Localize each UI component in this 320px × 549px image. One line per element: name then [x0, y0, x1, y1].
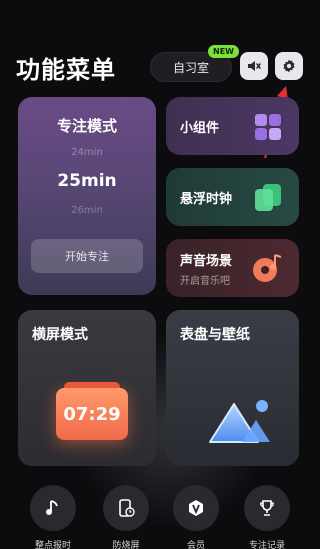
trophy-icon — [260, 500, 274, 516]
nav-circle — [30, 485, 76, 531]
vinyl-music-icon — [253, 254, 282, 282]
nav-circle — [173, 485, 219, 531]
floating-clock-card[interactable]: 悬浮时钟 — [166, 168, 299, 226]
floating-clock-icon — [255, 184, 281, 211]
nav-item-focus-record[interactable]: 专注记录 — [236, 485, 298, 549]
mute-button[interactable] — [240, 52, 268, 80]
floating-clock-title: 悬浮时钟 — [180, 191, 233, 207]
landscape-mode-card[interactable]: 横屏模式 07:29 — [18, 310, 156, 466]
music-note-icon — [46, 500, 58, 515]
nav-item-anti-burn[interactable]: 防烧屏 — [95, 485, 157, 549]
study-room-label: 自习室 — [172, 60, 209, 75]
time-option-prev[interactable]: 24min — [18, 147, 156, 158]
vip-badge-icon — [189, 500, 203, 516]
start-focus-button[interactable]: 开始专注 — [31, 239, 143, 273]
watchface-wallpaper-card[interactable]: 表盘与壁纸 — [166, 310, 299, 466]
widgets-card[interactable]: 小组件 — [166, 97, 299, 155]
nav-label: 防烧屏 — [112, 541, 140, 549]
nav-label: 会员 — [186, 541, 205, 549]
study-room-button[interactable]: 自习室 NEW — [150, 45, 239, 82]
speaker-mute-icon — [248, 61, 261, 71]
image-mountain-icon — [209, 400, 270, 443]
nav-item-vip[interactable]: 会员 — [165, 485, 227, 549]
widgets-icon — [255, 114, 281, 140]
widgets-title: 小组件 — [180, 120, 220, 136]
nav-label: 专注记录 — [248, 541, 285, 549]
landscape-mode-title: 横屏模式 — [32, 327, 88, 343]
time-option-next[interactable]: 26min — [18, 205, 156, 216]
sound-scene-subtitle: 开启音乐吧 — [180, 275, 230, 287]
nav-item-hourly-chime[interactable]: 整点报时 — [22, 485, 84, 549]
time-option-selected[interactable]: 25min — [18, 171, 156, 191]
nav-circle — [244, 485, 290, 531]
sound-scene-card[interactable]: 声音场景 开启音乐吧 — [166, 239, 299, 297]
sound-scene-title: 声音场景 — [180, 253, 233, 269]
watchface-wallpaper-title: 表盘与壁纸 — [180, 327, 250, 343]
focus-mode-card[interactable]: 专注模式 24min 25min 26min 开始专注 — [18, 97, 156, 295]
gear-icon — [283, 59, 295, 73]
page-title: 功能菜单 — [16, 56, 116, 84]
new-badge: NEW — [208, 45, 239, 58]
clock-widget-preview: 07:29 — [56, 388, 128, 440]
bottom-nav: 整点报时 防烧屏 会员 专注记录 — [0, 485, 320, 549]
focus-mode-title: 专注模式 — [56, 117, 117, 135]
clock-time: 07:29 — [63, 403, 121, 425]
settings-button[interactable] — [275, 52, 303, 80]
phone-clock-icon — [119, 499, 135, 517]
nav-label: 整点报时 — [34, 541, 71, 549]
nav-circle — [103, 485, 149, 531]
